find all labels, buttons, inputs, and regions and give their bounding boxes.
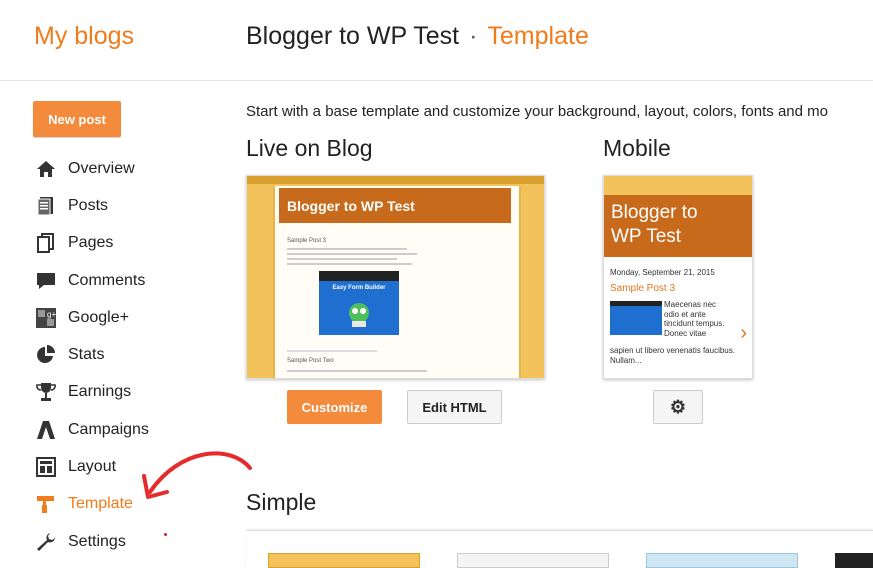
preview-second-post-title: Sample Post Two: [287, 358, 334, 364]
section-title: Template: [487, 22, 589, 50]
title-separator: ·: [469, 22, 478, 50]
template-thumbnail[interactable]: [835, 553, 873, 568]
customize-button[interactable]: Customize: [287, 390, 382, 424]
home-icon: [35, 158, 57, 180]
google-plus-icon: g+: [35, 307, 57, 329]
preview-post-title: Sample Post 3: [287, 238, 327, 244]
my-blogs-link[interactable]: My blogs: [34, 22, 134, 51]
trophy-icon: [35, 381, 57, 403]
mobile-post-snippet: Maecenas nec odio et ante tincidunt temp…: [664, 300, 725, 338]
sidebar-item-settings[interactable]: Settings: [35, 523, 215, 560]
mobile-heading: Mobile: [603, 135, 671, 161]
sidebar-item-label: Overview: [68, 159, 135, 177]
stats-icon: [35, 344, 57, 366]
live-blog-preview[interactable]: Blogger to WP Test Sample Post 3 Easy Fo…: [246, 175, 545, 379]
sidebar-item-label: Earnings: [68, 383, 132, 401]
mobile-settings-button[interactable]: ⚙: [653, 390, 703, 424]
sidebar-item-label: Pages: [68, 234, 114, 252]
new-post-button[interactable]: New post: [33, 101, 121, 137]
sidebar-item-comments[interactable]: Comments: [35, 262, 215, 299]
preview-text-line: [287, 248, 407, 250]
sidebar-item-posts[interactable]: Posts: [35, 187, 215, 224]
sidebar-item-layout[interactable]: Layout: [35, 448, 215, 485]
sidebar-item-pages[interactable]: Pages: [35, 225, 215, 262]
annotation-dot: [164, 533, 167, 536]
sidebar-item-label: Template: [68, 495, 133, 513]
page-title: Blogger to WP Test · Template: [246, 22, 589, 51]
robot-icon: [349, 303, 369, 327]
video-title: Easy Form Builder: [332, 285, 386, 291]
mobile-top-bar: [604, 176, 752, 195]
layout-icon: [35, 456, 57, 478]
preview-text-line: [287, 258, 397, 260]
sidebar-item-google-plus[interactable]: g+ Google+: [35, 299, 215, 336]
chevron-right-icon[interactable]: ›: [740, 322, 747, 345]
mobile-post-snippet-cont: sapien ut libero venenatis faucibus. Nul…: [610, 346, 735, 365]
sidebar-item-label: Settings: [68, 532, 126, 550]
mobile-title-line: Blogger to: [611, 202, 698, 223]
template-thumbnail[interactable]: [457, 553, 609, 568]
sidebar-item-overview[interactable]: Overview: [35, 150, 215, 187]
sidebar-item-label: Campaigns: [68, 420, 149, 438]
sidebar-nav: Overview Posts Pages Comments g+ Google+…: [35, 150, 215, 560]
preview-video-thumbnail: Easy Form Builder: [319, 271, 399, 335]
posts-icon: [35, 195, 57, 217]
preview-blog-title: Blogger to WP Test: [279, 188, 511, 223]
preview-text-line: [287, 370, 427, 372]
sidebar-item-earnings[interactable]: Earnings: [35, 374, 215, 411]
mobile-preview[interactable]: Blogger to WP Test Monday, September 21,…: [603, 175, 753, 379]
sidebar-item-label: Posts: [68, 196, 109, 214]
sidebar-item-template[interactable]: Template: [35, 486, 215, 523]
preview-top-bar: [247, 176, 544, 184]
template-thumbnail[interactable]: [646, 553, 798, 568]
sidebar-item-label: Stats: [68, 346, 105, 364]
mobile-post-thumbnail: [610, 301, 662, 335]
simple-templates-strip: [246, 530, 873, 568]
sidebar-item-label: Comments: [68, 271, 146, 289]
wrench-icon: [35, 531, 57, 553]
sidebar-item-label: Layout: [68, 458, 117, 476]
live-on-blog-heading: Live on Blog: [246, 135, 373, 161]
edit-html-button[interactable]: Edit HTML: [407, 390, 502, 424]
simple-heading: Simple: [246, 489, 317, 515]
svg-text:g+: g+: [47, 310, 56, 319]
blog-title[interactable]: Blogger to WP Test: [246, 22, 459, 50]
video-top-bar: [610, 301, 662, 306]
template-icon: [35, 493, 57, 515]
video-top-bar: [319, 271, 399, 281]
pages-icon: [35, 232, 57, 254]
mobile-blog-title: Blogger to WP Test: [604, 195, 752, 257]
comments-icon: [35, 270, 57, 292]
mobile-title-line: WP Test: [611, 226, 682, 247]
gear-icon: ⚙: [669, 396, 687, 417]
preview-text-line: [287, 253, 417, 255]
sidebar-item-label: Google+: [68, 308, 129, 326]
campaigns-icon: [35, 419, 57, 441]
mobile-post-date: Monday, September 21, 2015: [610, 268, 715, 277]
preview-text-line: [287, 350, 377, 352]
preview-text-line: [287, 263, 412, 265]
mobile-post-title: Sample Post 3: [610, 283, 676, 294]
sidebar-item-campaigns[interactable]: Campaigns: [35, 411, 215, 448]
intro-text: Start with a base template and customize…: [246, 103, 828, 120]
top-header: My blogs Blogger to WP Test · Template: [0, 0, 873, 81]
template-thumbnail[interactable]: [268, 553, 420, 568]
sidebar-item-stats[interactable]: Stats: [35, 336, 215, 373]
